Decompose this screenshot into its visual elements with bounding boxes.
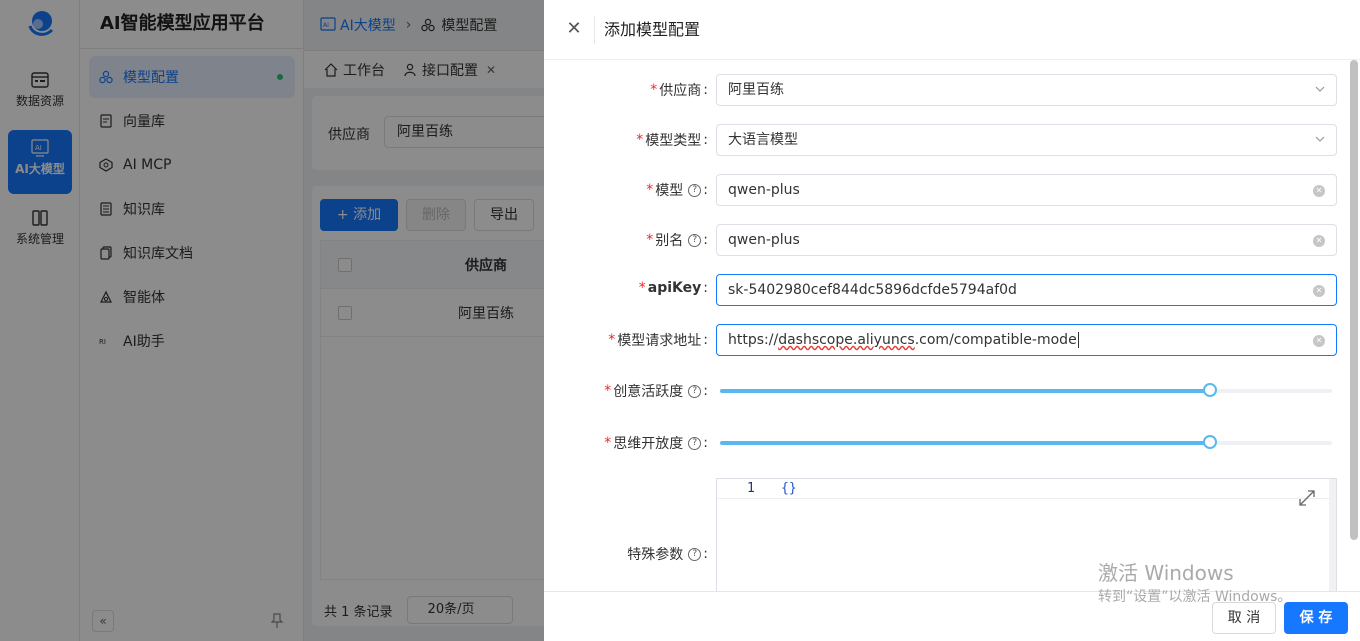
drawer-header: ✕ 添加模型配置	[544, 0, 1360, 60]
cancel-button[interactable]: 取 消	[1212, 602, 1276, 634]
drawer-title: 添加模型配置	[604, 20, 701, 39]
field-label: 特殊参数?:	[627, 546, 708, 563]
field-label: * 模型类型:	[636, 132, 708, 149]
help-icon: ?	[688, 384, 702, 398]
modal-mask-left[interactable]	[0, 0, 304, 641]
editor-line: 1 {}	[717, 479, 1329, 499]
field-label: * apiKey:	[638, 280, 708, 296]
help-icon: ?	[688, 436, 702, 450]
field-label: * 供应商:	[650, 82, 708, 99]
field-label: * 模型?:	[646, 182, 708, 199]
slider-handle[interactable]	[1202, 383, 1217, 397]
alias-row: * 别名?: qwen-plus ✕	[544, 224, 1360, 256]
model-input[interactable]: qwen-plus ✕	[716, 174, 1337, 206]
clear-icon[interactable]: ✕	[1313, 285, 1325, 297]
creativity-row: * 创意活跃度?:	[544, 375, 1360, 407]
code-text: {}	[781, 481, 797, 496]
field-label: * 别名?:	[646, 232, 708, 249]
slider-track-fill	[720, 441, 1210, 445]
alias-input[interactable]: qwen-plus ✕	[716, 224, 1337, 256]
drawer-scrollbar[interactable]	[1350, 60, 1358, 540]
request-url-input[interactable]: https://dashscope.aliyuncs.com/compatibl…	[716, 324, 1337, 356]
model-type-select[interactable]: 大语言模型	[716, 124, 1337, 156]
field-label: * 思维开放度?:	[604, 435, 708, 452]
help-icon: ?	[688, 233, 702, 247]
clear-icon[interactable]: ✕	[1313, 185, 1325, 197]
divider	[594, 16, 595, 44]
chevron-down-icon	[1315, 136, 1325, 142]
expand-icon[interactable]	[1298, 489, 1316, 507]
provider-row: * 供应商: 阿里百练	[544, 74, 1360, 106]
drawer-footer: 取 消 保 存	[544, 591, 1360, 641]
clear-icon[interactable]: ✕	[1313, 335, 1325, 347]
line-number: 1	[747, 481, 755, 496]
slider-handle[interactable]	[1202, 435, 1217, 449]
chevron-down-icon	[1315, 86, 1325, 92]
provider-select[interactable]: 阿里百练	[716, 74, 1337, 106]
special-params-editor[interactable]: 1 {}	[716, 478, 1337, 599]
creativity-slider[interactable]	[720, 383, 1332, 397]
help-icon: ?	[688, 547, 702, 561]
request-url-row: * 模型请求地址: https://dashscope.aliyuncs.com/…	[544, 324, 1360, 356]
api-key-row: * apiKey: sk-5402980cef844dc5896dcfde5794…	[544, 274, 1360, 306]
editor-scrollbar[interactable]	[1329, 479, 1336, 599]
openness-row: * 思维开放度?:	[544, 427, 1360, 459]
add-model-config-drawer: ✕ 添加模型配置 * 供应商: 阿里百练 * 模型类型: 大语言模型 * 模型?: q…	[544, 0, 1360, 641]
api-key-input[interactable]: sk-5402980cef844dc5896dcfde5794af0d ✕	[716, 274, 1337, 306]
clear-icon[interactable]: ✕	[1313, 235, 1325, 247]
model-type-row: * 模型类型: 大语言模型	[544, 124, 1360, 156]
app-root: 数据资源 AI AI大模型 系统管理 AI智能模型应用平台 模型配置 向量库 A…	[0, 0, 1360, 641]
close-icon[interactable]: ✕	[564, 18, 584, 40]
model-row: * 模型?: qwen-plus ✕	[544, 174, 1360, 206]
field-label: * 模型请求地址:	[608, 332, 708, 349]
openness-slider[interactable]	[720, 435, 1332, 449]
slider-track-fill	[720, 389, 1210, 393]
save-button[interactable]: 保 存	[1284, 602, 1348, 634]
field-label: * 创意活跃度?:	[604, 383, 708, 400]
help-icon: ?	[688, 183, 702, 197]
